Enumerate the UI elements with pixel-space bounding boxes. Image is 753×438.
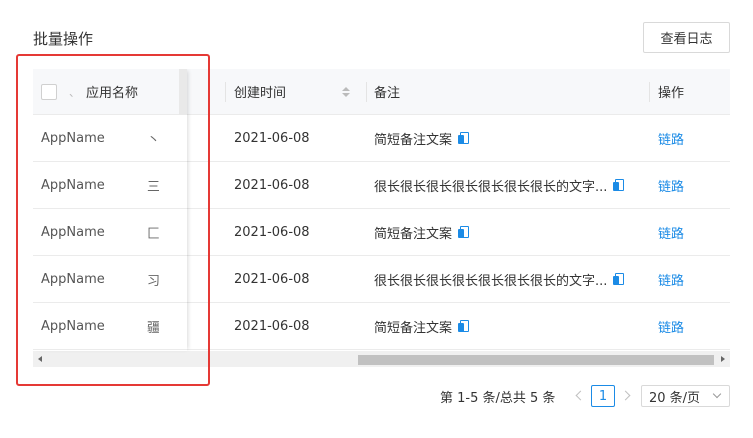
header-app-name: 、 应用名称: [41, 69, 181, 114]
created-cell: 2021-06-08: [234, 177, 310, 193]
sort-icon[interactable]: [342, 86, 351, 97]
col-label-created: 创建时间: [234, 86, 287, 101]
chevron-down-icon: [712, 389, 722, 399]
select-all-checkbox[interactable]: [41, 83, 57, 100]
scrollbar-thumb[interactable]: [358, 355, 714, 365]
app-name-cell: AppName: [41, 318, 105, 334]
table-row: AppName 匚 2021-06-08 简短备注文案 链路: [33, 209, 730, 256]
data-table: 、 应用名称 创建时间 备注 操作 AppName 丶 2021-06-08 简…: [33, 69, 730, 370]
note-cell: 简短备注文案: [374, 115, 644, 161]
trace-link[interactable]: 链路: [658, 115, 718, 161]
table-row: AppName 三 2021-06-08 很长很长很长很长很长很长很长的文字..…: [33, 162, 730, 209]
table-header: 、 应用名称 创建时间 备注 操作: [33, 69, 730, 115]
header-created-time[interactable]: 创建时间: [234, 69, 364, 114]
page-number-current[interactable]: 1: [591, 385, 615, 407]
created-cell: 2021-06-08: [234, 130, 310, 146]
note-cell: 简短备注文案: [374, 209, 644, 255]
note-text: 简短备注文案: [374, 226, 453, 242]
clipped-text: 丶: [147, 132, 159, 148]
col-label-app-name: 应用名称: [86, 86, 139, 101]
page-size-select[interactable]: 20 条/页: [641, 385, 730, 407]
separator-mark: 、: [69, 85, 80, 99]
prev-page-icon[interactable]: [575, 390, 583, 402]
note-text: 简短备注文案: [374, 132, 453, 148]
fixed-column-scroll-indicator: [179, 69, 187, 115]
table-row: AppName 丶 2021-06-08 简短备注文案 链路: [33, 115, 730, 162]
created-cell: 2021-06-08: [234, 271, 310, 287]
column-divider: [649, 82, 650, 102]
column-divider: [366, 82, 367, 102]
view-log-button[interactable]: 查看日志: [643, 22, 730, 53]
created-cell: 2021-06-08: [234, 318, 310, 334]
header-action: 操作: [658, 69, 718, 114]
note-text: 简短备注文案: [374, 320, 453, 336]
copy-icon[interactable]: [613, 178, 625, 192]
created-cell: 2021-06-08: [234, 224, 310, 240]
copy-icon[interactable]: [458, 225, 470, 239]
trace-link[interactable]: 链路: [658, 162, 718, 208]
horizontal-scrollbar[interactable]: [33, 351, 730, 367]
page-title: 批量操作: [33, 30, 94, 48]
note-text: 很长很长很长很长很长很长很长的文字...: [374, 179, 608, 195]
clipped-text: 匚: [147, 226, 159, 242]
clipped-text: 习: [147, 273, 159, 289]
copy-icon[interactable]: [458, 319, 470, 333]
scroll-right-icon[interactable]: [721, 356, 725, 362]
trace-link[interactable]: 链路: [658, 209, 718, 255]
pagination-summary: 第 1-5 条/总共 5 条: [440, 390, 556, 406]
copy-icon[interactable]: [613, 272, 625, 286]
app-name-cell: AppName: [41, 224, 105, 240]
scroll-left-icon[interactable]: [38, 356, 42, 362]
app-name-cell: AppName: [41, 177, 105, 193]
note-cell: 很长很长很长很长很长很长很长的文字...: [374, 162, 644, 208]
col-label-note: 备注: [374, 86, 401, 101]
header-note: 备注: [374, 69, 644, 114]
trace-link[interactable]: 链路: [658, 303, 718, 349]
column-divider: [225, 82, 226, 102]
app-name-cell: AppName: [41, 271, 105, 287]
table-row: AppName 习 2021-06-08 很长很长很长很长很长很长很长的文字..…: [33, 256, 730, 303]
table-row: AppName 疆 2021-06-08 简短备注文案 链路: [33, 303, 730, 350]
note-text: 很长很长很长很长很长很长很长的文字...: [374, 273, 608, 289]
app-name-cell: AppName: [41, 130, 105, 146]
clipped-text: 三: [147, 179, 159, 195]
note-cell: 很长很长很长很长很长很长很长的文字...: [374, 256, 644, 302]
col-label-action: 操作: [658, 86, 685, 101]
trace-link[interactable]: 链路: [658, 256, 718, 302]
clipped-text: 疆: [147, 320, 159, 336]
copy-icon[interactable]: [458, 131, 470, 145]
note-cell: 简短备注文案: [374, 303, 644, 349]
page-size-label: 20 条/页: [649, 390, 701, 406]
next-page-icon[interactable]: [622, 390, 630, 402]
